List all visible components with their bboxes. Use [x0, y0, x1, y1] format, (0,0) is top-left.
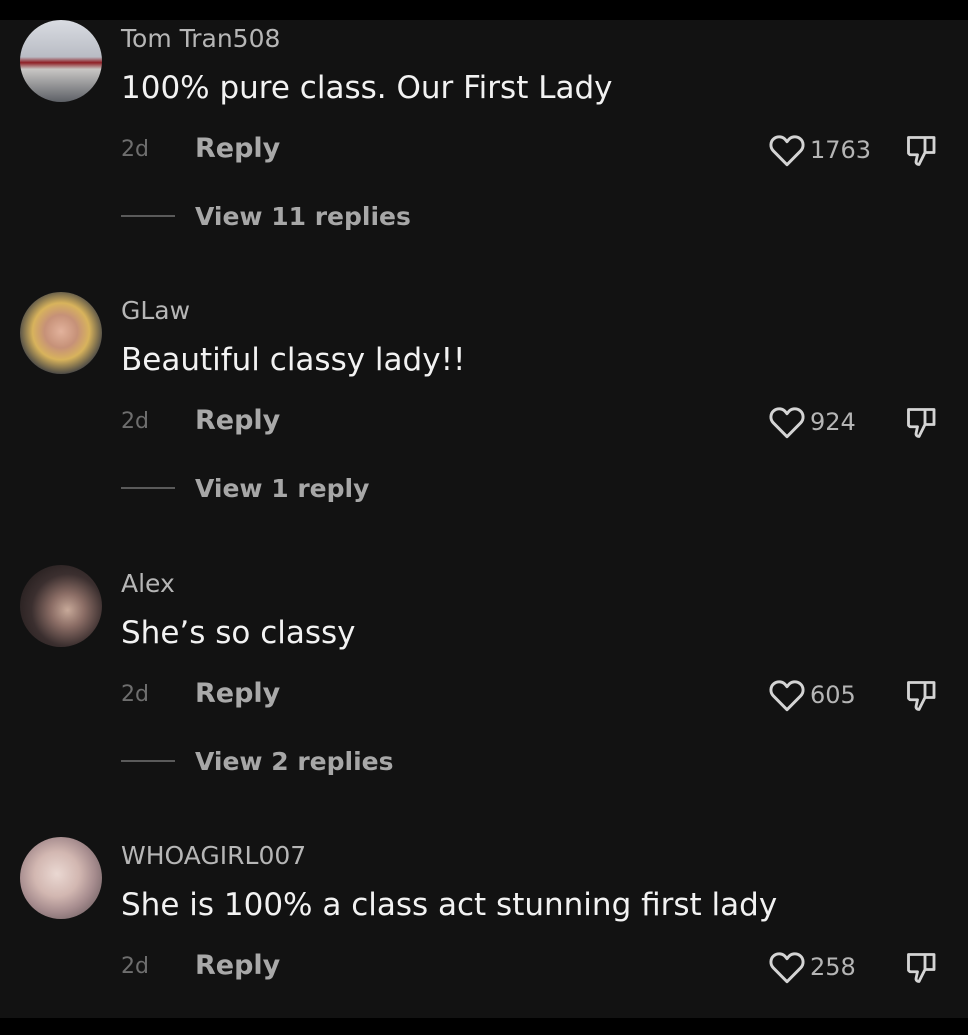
thumbs-down-icon[interactable]	[903, 678, 941, 714]
comment-username[interactable]: Tom Tran508	[121, 24, 280, 53]
heart-icon	[769, 952, 805, 984]
thumbs-down-icon[interactable]	[903, 405, 941, 441]
view-replies-button[interactable]: View 1 reply	[121, 470, 369, 506]
like-count: 605	[810, 681, 856, 709]
like-button[interactable]: 258	[768, 949, 856, 985]
comments-panel: Tom Tran508 100% pure class. Our First L…	[0, 20, 968, 1018]
thumbs-down-icon[interactable]	[903, 950, 941, 986]
like-count: 924	[810, 408, 856, 436]
avatar[interactable]	[20, 292, 102, 374]
comment-username[interactable]: WHOAGIRL007	[121, 841, 306, 870]
reply-button[interactable]: Reply	[195, 950, 280, 981]
comment-age: 2d	[121, 954, 149, 979]
comment-text: 100% pure class. Our First Lady	[121, 70, 613, 106]
replies-divider	[121, 760, 175, 762]
comment-age: 2d	[121, 409, 149, 434]
comment-item: GLaw Beautiful classy lady!! 2d Reply 92…	[0, 292, 968, 552]
comment-text: She’s so classy	[121, 615, 356, 651]
reply-button[interactable]: Reply	[195, 133, 280, 164]
heart-icon	[769, 680, 805, 712]
view-replies-button[interactable]: View 2 replies	[121, 743, 394, 779]
view-replies-label: View 2 replies	[195, 746, 394, 776]
view-replies-label: View 11 replies	[195, 201, 411, 231]
like-button[interactable]: 605	[768, 677, 856, 713]
view-replies-button[interactable]: View 11 replies	[121, 198, 411, 234]
comment-item: WHOAGIRL007 She is 100% a class act stun…	[0, 837, 968, 1017]
replies-divider	[121, 215, 175, 217]
comment-age: 2d	[121, 682, 149, 707]
thumbs-down-icon[interactable]	[903, 133, 941, 169]
view-replies-label: View 1 reply	[195, 473, 370, 503]
avatar[interactable]	[20, 837, 102, 919]
avatar[interactable]	[20, 565, 102, 647]
like-count: 258	[810, 953, 856, 981]
like-button[interactable]: 924	[768, 404, 856, 440]
avatar[interactable]	[20, 20, 102, 102]
comment-text: She is 100% a class act stunning first l…	[121, 887, 778, 923]
reply-button[interactable]: Reply	[195, 678, 280, 709]
replies-divider	[121, 487, 175, 489]
comment-item: Tom Tran508 100% pure class. Our First L…	[0, 20, 968, 280]
reply-button[interactable]: Reply	[195, 405, 280, 436]
comment-text: Beautiful classy lady!!	[121, 342, 466, 378]
heart-icon	[769, 135, 805, 167]
comment-username[interactable]: GLaw	[121, 296, 190, 325]
comment-username[interactable]: Alex	[121, 569, 175, 598]
heart-icon	[769, 407, 805, 439]
comment-age: 2d	[121, 137, 149, 162]
comment-item: Alex She’s so classy 2d Reply 605 View 2…	[0, 565, 968, 825]
like-button[interactable]: 1763	[768, 132, 871, 168]
like-count: 1763	[810, 136, 872, 164]
